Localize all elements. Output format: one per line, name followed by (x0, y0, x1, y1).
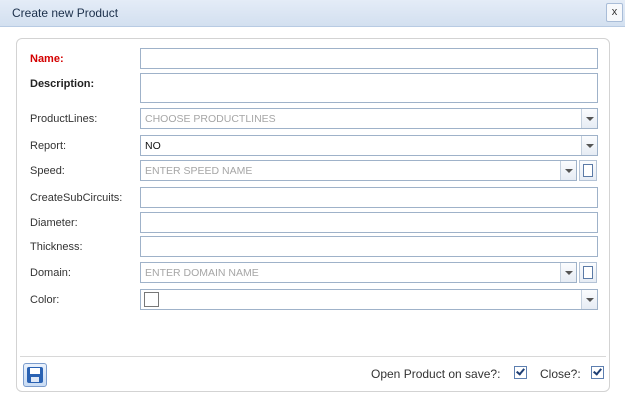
chevron-down-icon[interactable] (581, 109, 597, 128)
chevron-down-icon[interactable] (581, 136, 597, 155)
description-textarea[interactable] (140, 73, 598, 103)
productlines-label: ProductLines: (30, 113, 98, 125)
domain-label: Domain: (30, 267, 71, 279)
report-select[interactable]: NO (140, 135, 598, 156)
createsubcircuits-label: CreateSubCircuits: (30, 192, 123, 204)
chevron-down-icon[interactable] (560, 263, 576, 282)
dialog-title: Create new Product (12, 6, 119, 20)
thickness-label: Thickness: (30, 241, 83, 253)
description-label: Description: (30, 78, 95, 90)
new-speed-button[interactable] (579, 160, 597, 181)
chevron-down-icon[interactable] (560, 161, 576, 180)
report-label: Report: (30, 140, 67, 152)
speed-label: Speed: (30, 165, 65, 177)
dialog-titlebar: Create new Product x (0, 0, 625, 27)
productlines-placeholder: CHOOSE PRODUCTLINES (145, 113, 276, 125)
chevron-down-icon[interactable] (581, 290, 597, 309)
thickness-input[interactable] (140, 236, 598, 257)
close-button[interactable]: x (606, 3, 623, 22)
diameter-input[interactable] (140, 212, 598, 233)
floppy-disk-icon (27, 367, 43, 383)
color-label: Color: (30, 294, 60, 306)
report-value: NO (145, 140, 161, 152)
color-swatch (144, 292, 159, 307)
name-label: Name: (30, 53, 64, 65)
checkmark-icon (593, 366, 602, 376)
createsubcircuits-input[interactable] (140, 187, 598, 208)
checkmark-icon (516, 366, 525, 376)
name-input[interactable] (140, 48, 598, 69)
save-button[interactable] (23, 363, 47, 387)
new-domain-button[interactable] (579, 262, 597, 283)
open-on-save-label: Open Product on save?: (371, 367, 501, 381)
diameter-label: Diameter: (30, 217, 78, 229)
open-on-save-checkbox[interactable] (514, 366, 527, 379)
domain-placeholder: ENTER DOMAIN NAME (145, 267, 259, 279)
document-icon (583, 164, 593, 177)
speed-placeholder: ENTER SPEED NAME (145, 165, 253, 177)
document-icon (583, 266, 593, 279)
close-checkbox[interactable] (591, 366, 604, 379)
footer-divider (20, 356, 606, 357)
domain-select[interactable]: ENTER DOMAIN NAME (140, 262, 577, 283)
productlines-select[interactable]: CHOOSE PRODUCTLINES (140, 108, 598, 129)
color-select[interactable] (140, 289, 598, 310)
close-option-label: Close?: (540, 367, 581, 381)
speed-select[interactable]: ENTER SPEED NAME (140, 160, 577, 181)
